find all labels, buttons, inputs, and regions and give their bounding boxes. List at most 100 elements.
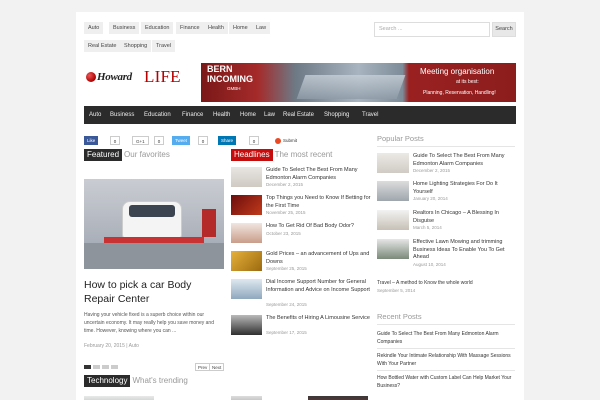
headline-item[interactable]: Guide To Select The Best From Many Edmon…	[231, 167, 371, 189]
recent-post[interactable]: How Bottled Water with Custom Label Can …	[377, 374, 515, 390]
slider-dot-4[interactable]	[111, 365, 118, 369]
top-nav-home[interactable]: Home	[229, 22, 252, 34]
building-image	[296, 75, 406, 99]
headline-item[interactable]: How To Get Rid Of Bad Body Odor? October…	[231, 223, 371, 245]
headline-item[interactable]: The Benefits of Hiring A Limousine Servi…	[231, 315, 371, 337]
headline-thumbnail	[231, 279, 262, 299]
popular-title[interactable]: Effective Lawn Mowing and trimming Busin…	[413, 239, 515, 262]
top-nav-business[interactable]: Business	[109, 22, 140, 34]
car-lift	[104, 237, 204, 243]
main-nav-finance[interactable]: Finance	[182, 106, 203, 124]
headline-title[interactable]: How To Get Rid Of Bad Body Odor?	[266, 223, 371, 231]
featured-sub: Our favorites	[124, 150, 170, 159]
prev-button[interactable]: Prev	[195, 363, 211, 371]
headline-title[interactable]: The Benefits of Hiring A Limousine Servi…	[266, 315, 371, 323]
popular-thumbnail	[377, 181, 409, 201]
tweet-count: 0	[198, 136, 208, 145]
featured-title[interactable]: How to pick a car Body Repair Center	[84, 278, 224, 306]
google-plus-button[interactable]: G+1	[132, 136, 149, 145]
banner-sub: at its best:	[456, 79, 479, 85]
top-nav-shopping[interactable]: Shopping	[120, 40, 152, 52]
recent-post[interactable]: Rekindle Your Intimate Relationship With…	[377, 352, 515, 368]
popular-title[interactable]: Home Lighting Strategies For Do It Yours…	[413, 181, 515, 196]
recent-posts-heading: Recent Posts	[377, 312, 422, 321]
stumbleupon-submit-button[interactable]: Submit	[272, 136, 301, 145]
top-nav-education[interactable]: Education	[141, 22, 174, 34]
divider	[377, 370, 515, 371]
like-count: 0	[110, 136, 120, 145]
main-nav-law[interactable]: Law	[264, 106, 275, 124]
featured-image[interactable]	[84, 179, 224, 269]
headline-title[interactable]: Top Things you Need to Know If Betting f…	[266, 195, 371, 210]
banner-brand-line2: INCOMING	[207, 74, 253, 84]
main-nav-business[interactable]: Business	[110, 106, 134, 124]
linkedin-count: 0	[249, 136, 259, 145]
headline-title[interactable]: Guide To Select The Best From Many Edmon…	[266, 167, 371, 182]
popular-date: December 2, 2015	[413, 168, 451, 173]
popular-last-title[interactable]: Travel – A method to Know the whole worl…	[377, 279, 515, 287]
headline-title[interactable]: Dial Income Support Number for General I…	[266, 279, 371, 294]
car-windshield	[129, 205, 175, 217]
featured-tag: Featured	[84, 149, 123, 161]
headline-date: September 25, 2015	[266, 266, 307, 271]
top-nav-finance[interactable]: Finance	[176, 22, 204, 34]
divider	[377, 146, 515, 147]
banner-tagline: Planning, Reservation, Handling!	[423, 90, 496, 96]
popular-posts-heading: Popular Posts	[377, 134, 424, 143]
headline-date: September 17, 2015	[266, 330, 307, 335]
banner-ad[interactable]: BERN INCOMING GMBH Meeting organisation …	[201, 63, 516, 102]
search-input[interactable]: Search ...	[374, 22, 490, 37]
main-nav-home[interactable]: Home	[240, 106, 256, 124]
headlines-heading: Headlines The most recent	[231, 149, 332, 161]
main-nav-health[interactable]: Health	[213, 106, 230, 124]
top-nav-auto[interactable]: Auto	[84, 22, 104, 34]
headline-date: December 2, 2015	[266, 182, 304, 187]
popular-title[interactable]: Realtors In Chicago – A Blessing In Disg…	[413, 210, 515, 225]
top-nav-travel[interactable]: Travel	[152, 40, 176, 52]
site-logo[interactable]: Howard LIFE	[86, 67, 196, 90]
headline-item[interactable]: Top Things you Need to Know If Betting f…	[231, 195, 371, 217]
facebook-like-button[interactable]: Like	[84, 136, 99, 145]
technology-tag: Technology	[84, 375, 131, 387]
main-nav-travel[interactable]: Travel	[362, 106, 378, 124]
tweet-button[interactable]: Tweet	[172, 136, 191, 145]
slider-dot-3[interactable]	[102, 365, 109, 369]
technology-thumbnail[interactable]	[231, 396, 262, 400]
popular-date: March 5, 2014	[413, 225, 442, 230]
headline-thumbnail	[231, 167, 262, 187]
slider-dot-2[interactable]	[93, 365, 100, 369]
headline-title[interactable]: Gold Prices – an advancement of Ups and …	[266, 251, 371, 266]
main-nav-auto[interactable]: Auto	[89, 106, 101, 124]
top-nav-health[interactable]: Health	[204, 22, 228, 34]
featured-excerpt: Having your vehicle fixed is a superb ch…	[84, 312, 214, 334]
headline-item[interactable]: Gold Prices – an advancement of Ups and …	[231, 251, 371, 273]
search-form: Search ... Search	[374, 22, 516, 37]
submit-label: Submit	[283, 138, 298, 143]
technology-sub: What's trending	[132, 376, 188, 385]
stumbleupon-icon	[275, 137, 281, 144]
headline-item[interactable]: Dial Income Support Number for General I…	[231, 279, 371, 307]
banner-brand-line1: BERN	[207, 64, 233, 74]
main-nav-real-estate[interactable]: Real Estate	[283, 106, 314, 124]
next-button[interactable]: Next	[209, 363, 225, 371]
top-nav: Auto Business Education Finance Health H…	[84, 22, 368, 56]
headline-date: November 25, 2015	[266, 210, 306, 215]
main-nav: Auto Business Education Finance Health H…	[84, 106, 516, 124]
gplus-count: 0	[154, 136, 164, 145]
recent-post[interactable]: Guide To Select The Best From Many Edmon…	[377, 330, 515, 346]
featured-category[interactable]: Auto	[129, 343, 139, 349]
technology-thumbnail[interactable]	[308, 396, 368, 400]
main-nav-shopping[interactable]: Shopping	[324, 106, 349, 124]
top-nav-real-estate[interactable]: Real Estate	[84, 40, 121, 52]
slider-dot-1[interactable]	[84, 365, 91, 369]
popular-title[interactable]: Guide To Select The Best From Many Edmon…	[413, 153, 515, 168]
linkedin-share-button[interactable]: Share	[218, 136, 237, 145]
headlines-sub: The most recent	[274, 150, 333, 159]
search-button[interactable]: Search	[492, 22, 516, 37]
page: Auto Business Education Finance Health H…	[76, 12, 524, 400]
main-nav-education[interactable]: Education	[144, 106, 171, 124]
technology-image[interactable]	[84, 396, 154, 400]
top-nav-law[interactable]: Law	[252, 22, 271, 34]
featured-meta: February 20, 2015 | Auto	[84, 343, 139, 349]
headlines-tag: Headlines	[231, 149, 273, 161]
